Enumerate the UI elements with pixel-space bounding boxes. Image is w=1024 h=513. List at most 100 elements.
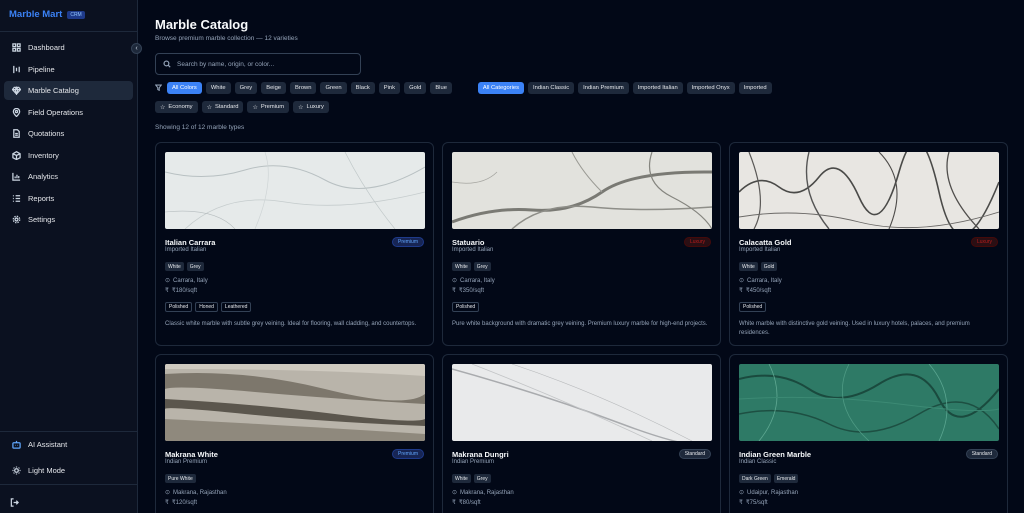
marble-image xyxy=(165,152,425,229)
card-description: White marble with distinctive gold veini… xyxy=(739,321,970,336)
sidebar-item-label: Dashboard xyxy=(28,43,65,52)
card-title: Calacatta Gold xyxy=(739,238,792,247)
marble-image xyxy=(739,152,999,229)
color-chip[interactable]: Beige xyxy=(261,82,287,94)
color-tag: Emerald xyxy=(773,474,799,483)
gem-icon xyxy=(12,86,21,95)
list-icon xyxy=(12,194,21,203)
logout-icon[interactable] xyxy=(10,494,20,507)
tier-chip[interactable]: ☆ Premium xyxy=(247,101,290,113)
sidebar-item-label: Reports xyxy=(28,193,55,203)
marble-card[interactable]: Makrana Dungri Indian Premium Standard W… xyxy=(442,354,721,513)
price-text: ₹350/sqft xyxy=(458,288,484,294)
color-chip[interactable]: Blue xyxy=(430,82,452,94)
tier-chip[interactable]: ☆ Standard xyxy=(201,101,244,113)
search-icon xyxy=(163,60,171,68)
sidebar-item-reports[interactable]: Reports xyxy=(4,189,133,208)
search-input[interactable] xyxy=(177,60,357,68)
map-pin-icon: ⊙ xyxy=(452,278,458,284)
sidebar-item-settings[interactable]: Settings xyxy=(4,210,133,229)
tier-badge: Standard xyxy=(678,449,711,459)
tier-badge: Premium xyxy=(391,449,424,459)
color-tag: White xyxy=(452,474,471,483)
color-chip[interactable]: Black xyxy=(350,82,375,94)
sidebar-item-quotations[interactable]: Quotations xyxy=(4,124,133,143)
card-title: Italian Carrara xyxy=(165,238,216,247)
price: ₹ ₹180/sqft xyxy=(165,287,197,294)
color-chip[interactable]: Gold xyxy=(404,82,427,94)
price: ₹ ₹80/sqft xyxy=(452,499,481,506)
tier-chip-label: Luxury xyxy=(306,104,324,110)
origin: ⊙ Makrana, Rajasthan xyxy=(452,489,514,497)
origin: ⊙ Carrara, Italy xyxy=(739,277,782,285)
color-tag: Grey xyxy=(473,262,491,271)
tier-chip[interactable]: ☆ Economy xyxy=(155,101,198,113)
origin: ⊙ Udaipur, Rajasthan xyxy=(739,489,798,497)
map-pin-icon xyxy=(12,107,21,117)
category-chip[interactable]: Imported xyxy=(738,82,772,94)
rupee-icon: ₹ xyxy=(165,288,169,294)
finish-tag: Leathered xyxy=(220,302,252,312)
card-category: Imported Italian xyxy=(452,247,494,253)
sidebar-item-label: Analytics xyxy=(28,172,59,181)
map-pin-icon: ⊙ xyxy=(739,278,745,284)
color-tag: Dark Green xyxy=(739,474,771,483)
color-chip[interactable]: Pink xyxy=(378,82,401,94)
category-chip[interactable]: Imported Italian xyxy=(632,82,683,94)
card-category: Imported Italian xyxy=(739,247,781,253)
sidebar-item-analytics[interactable]: Analytics xyxy=(4,167,133,186)
price: ₹ ₹350/sqft xyxy=(452,287,484,294)
rupee-icon: ₹ xyxy=(452,500,456,506)
sidebar-item-inventory[interactable]: Inventory xyxy=(4,146,133,165)
price-text: ₹80/sqft xyxy=(458,500,481,506)
tier-badge: Premium xyxy=(391,237,424,247)
filter-row: All Colors White Grey Beige Brown Green … xyxy=(155,82,776,94)
ai-assistant-button[interactable]: AI Assistant xyxy=(12,440,67,449)
origin-text: Carrara, Italy xyxy=(460,277,495,284)
light-mode-toggle[interactable]: Light Mode xyxy=(12,466,65,475)
sidebar-item-field-operations[interactable]: Field Operations xyxy=(4,103,133,122)
finish-tags: Polished Honed Leathered xyxy=(165,302,254,312)
sidebar-item-marble-catalog[interactable]: Marble Catalog xyxy=(4,81,133,100)
finish-tags: Polished xyxy=(739,302,769,312)
color-chip[interactable]: White xyxy=(205,82,231,94)
color-chip[interactable]: Brown xyxy=(290,82,317,94)
category-chip[interactable]: All Categories xyxy=(477,82,525,94)
divider xyxy=(0,484,138,485)
category-chip[interactable]: Indian Classic xyxy=(528,82,575,94)
sidebar-item-label: Field Operations xyxy=(28,107,84,117)
pipeline-icon xyxy=(12,65,21,74)
color-tags: White Grey xyxy=(452,474,494,483)
marble-card[interactable]: Calacatta Gold Imported Italian Luxury W… xyxy=(729,142,1008,346)
sidebar-item-label: Settings xyxy=(28,215,56,224)
marble-card[interactable]: Makrana White Indian Premium Premium Pur… xyxy=(155,354,434,513)
category-chip[interactable]: Indian Premium xyxy=(578,82,629,94)
file-icon xyxy=(12,129,21,138)
origin-text: Carrara, Italy xyxy=(173,277,208,284)
tier-chip[interactable]: ☆ Luxury xyxy=(293,101,329,113)
tier-filter-row: ☆ Economy ☆ Standard ☆ Premium ☆ Luxury xyxy=(155,101,333,113)
category-chip[interactable]: Imported Onyx xyxy=(686,82,735,94)
star-icon: ☆ xyxy=(252,104,258,111)
origin: ⊙ Carrara, Italy xyxy=(452,277,495,285)
finish-tag: Polished xyxy=(165,302,193,312)
star-icon: ☆ xyxy=(206,104,212,111)
color-tag: Pure White xyxy=(165,474,196,483)
marble-image xyxy=(739,364,999,441)
sidebar-item-pipeline[interactable]: Pipeline xyxy=(4,60,133,79)
map-pin-icon: ⊙ xyxy=(452,490,458,496)
marble-card[interactable]: Statuario Imported Italian Luxury White … xyxy=(442,142,721,346)
main-content: Marble Catalog Browse premium marble col… xyxy=(155,0,1015,513)
marble-card[interactable]: Indian Green Marble Indian Classic Stand… xyxy=(729,354,1008,513)
brand[interactable]: Marble Mart CRM xyxy=(9,9,85,20)
color-chip[interactable]: Grey xyxy=(234,82,258,94)
rupee-icon: ₹ xyxy=(739,288,743,294)
rupee-icon: ₹ xyxy=(165,500,169,506)
color-chip[interactable]: Green xyxy=(320,82,347,94)
collapse-sidebar-button[interactable]: ‹ xyxy=(131,43,142,54)
color-chip[interactable]: All Colors xyxy=(167,82,202,94)
search-box[interactable] xyxy=(155,53,361,75)
sidebar-item-dashboard[interactable]: Dashboard xyxy=(4,38,133,57)
price-text: ₹75/sqft xyxy=(745,500,768,506)
marble-card[interactable]: Italian Carrara Imported Italian Premium… xyxy=(155,142,434,346)
